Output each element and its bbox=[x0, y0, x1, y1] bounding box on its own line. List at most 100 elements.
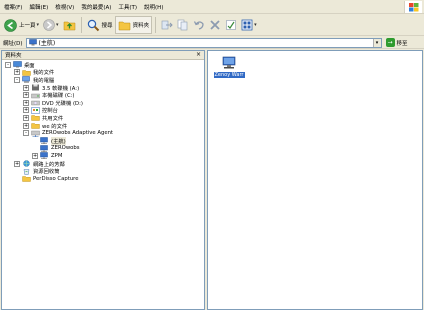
views-dropdown-icon[interactable]: ▾ bbox=[254, 22, 257, 28]
windows-logo-icon bbox=[404, 1, 422, 13]
back-dropdown-icon[interactable]: ▾ bbox=[37, 22, 40, 28]
network-drive-icon bbox=[31, 130, 40, 137]
tree-item[interactable]: 資源回收筒 bbox=[2, 167, 204, 175]
network-computer-icon bbox=[40, 145, 48, 152]
folder-icon bbox=[22, 70, 31, 76]
folder-icon bbox=[31, 123, 40, 129]
folder-tree: - 桌面 + 我的文件 - 我的電腦 +3.5 軟碟機 (A:) + 本機磁碟 (C:) + DVD… bbox=[2, 60, 204, 183]
menu-view[interactable]: 檢視(V) bbox=[55, 3, 74, 11]
menu-edit[interactable]: 編輯(E) bbox=[29, 3, 48, 11]
menu-tools[interactable]: 工具(T) bbox=[118, 3, 137, 11]
tree-item-label: ZPM bbox=[51, 152, 63, 159]
go-button[interactable]: → 移至 bbox=[385, 38, 408, 47]
collapse-icon[interactable]: - bbox=[23, 130, 29, 137]
go-arrow-icon: → bbox=[385, 38, 395, 47]
recycle-bin-icon bbox=[23, 168, 30, 175]
network-computer-icon bbox=[28, 39, 37, 46]
search-button[interactable]: 搜尋 bbox=[85, 16, 115, 34]
copy-to-button[interactable] bbox=[175, 16, 191, 34]
expand-icon[interactable]: + bbox=[23, 92, 29, 99]
content-pane: Zenoy Warr bbox=[207, 50, 423, 310]
tree-item[interactable]: + 共用文件 bbox=[2, 114, 204, 122]
tree-item[interactable]: + 本機磁碟 (C:) bbox=[2, 91, 204, 99]
tree-item[interactable]: - ZEROwobs Adaptive Agent bbox=[2, 129, 204, 137]
expand-icon[interactable]: + bbox=[23, 122, 29, 129]
tree-item[interactable]: ZEROwobs bbox=[2, 145, 204, 153]
tree-item-label: 資源回收筒 bbox=[33, 169, 60, 176]
address-bar: 網址(D) (主航) ▾ → 移至 bbox=[0, 37, 424, 49]
properties-button[interactable] bbox=[223, 16, 239, 34]
floppy-icon bbox=[32, 84, 39, 91]
back-label: 上一頁 bbox=[19, 23, 36, 29]
delete-button[interactable] bbox=[207, 16, 223, 34]
folder-icon bbox=[22, 176, 31, 182]
go-label: 移至 bbox=[396, 40, 408, 47]
expand-icon[interactable]: + bbox=[14, 69, 20, 76]
expand-icon[interactable]: + bbox=[23, 99, 29, 106]
folder-pane-title: 資料夾 bbox=[5, 53, 22, 59]
move-to-button[interactable] bbox=[159, 16, 175, 34]
menu-file[interactable]: 檔案(F) bbox=[4, 3, 22, 11]
address-dropdown-icon[interactable]: ▾ bbox=[372, 38, 381, 47]
views-icon bbox=[241, 19, 253, 31]
address-value: (主航) bbox=[38, 40, 56, 47]
expand-icon[interactable]: + bbox=[32, 152, 38, 159]
tree-item[interactable]: + DVD 光碟機 (D:) bbox=[2, 99, 204, 107]
expand-icon[interactable]: + bbox=[23, 107, 29, 114]
collapse-icon[interactable]: - bbox=[14, 76, 20, 83]
forward-arrow-icon bbox=[43, 19, 55, 31]
menu-help[interactable]: 說明(H) bbox=[144, 3, 163, 11]
folder-pane: 資料夾 × - 桌面 + 我的文件 - 我的電腦 +3.5 軟碟機 (A:) + 本機磁碟 (C… bbox=[1, 50, 205, 310]
network-computer-icon bbox=[40, 152, 48, 160]
tree-item[interactable]: - 我的電腦 bbox=[2, 76, 204, 84]
copy-to-icon bbox=[177, 19, 188, 31]
expand-icon[interactable]: + bbox=[14, 160, 20, 167]
computer-icon bbox=[22, 76, 30, 84]
toolbar-separator bbox=[155, 17, 157, 33]
up-folder-icon bbox=[63, 21, 75, 31]
tree-item[interactable]: + 控制台 bbox=[2, 107, 204, 114]
folder-pane-header: 資料夾 × bbox=[2, 51, 204, 60]
folders-button[interactable]: 資料夾 bbox=[114, 16, 153, 34]
delete-icon bbox=[210, 20, 220, 30]
back-arrow-icon bbox=[4, 18, 17, 32]
up-folder-button[interactable] bbox=[61, 16, 78, 34]
harddisk-icon bbox=[31, 93, 40, 98]
undo-button[interactable] bbox=[191, 16, 207, 34]
undo-icon bbox=[193, 21, 204, 30]
tree-item[interactable]: + we 的文件 bbox=[2, 122, 204, 130]
toolbar-separator bbox=[80, 17, 82, 33]
address-label: 網址(D) bbox=[3, 40, 23, 47]
search-label: 搜尋 bbox=[101, 23, 113, 29]
move-to-icon bbox=[161, 20, 173, 30]
close-icon[interactable]: × bbox=[196, 52, 201, 58]
tree-item-label: ZEROwobs bbox=[51, 145, 80, 152]
dvd-icon bbox=[31, 101, 40, 106]
tree-item[interactable]: (主航) bbox=[2, 136, 204, 145]
views-button[interactable]: ▾ bbox=[239, 16, 259, 34]
tree-item-label: we 的文件 bbox=[42, 123, 68, 130]
forward-button[interactable]: ▾ bbox=[41, 16, 61, 34]
collapse-icon[interactable]: - bbox=[5, 61, 11, 68]
tree-item[interactable]: +3.5 軟碟機 (A:) bbox=[2, 84, 204, 92]
back-button[interactable]: 上一頁 ▾ bbox=[2, 16, 41, 34]
tree-item-label: PerDisso Capture bbox=[33, 175, 79, 182]
expand-icon[interactable]: + bbox=[23, 114, 29, 121]
file-label: Zenoy Warr bbox=[213, 72, 245, 78]
folders-label: 資料夾 bbox=[132, 23, 150, 29]
tree-item-label: ZEROwobs Adaptive Agent bbox=[42, 130, 114, 137]
desktop-icon bbox=[13, 61, 22, 68]
address-input[interactable]: (主航) ▾ bbox=[25, 37, 382, 48]
network-share-icon bbox=[222, 56, 236, 69]
file-item[interactable]: Zenoy Warr bbox=[213, 56, 245, 78]
properties-icon bbox=[226, 20, 236, 30]
expand-icon[interactable]: + bbox=[23, 84, 29, 91]
tree-item-label: (主航) bbox=[51, 136, 66, 145]
tree-item[interactable]: PerDisso Capture bbox=[2, 175, 204, 183]
menu-favorites[interactable]: 我的最愛(A) bbox=[81, 3, 111, 11]
forward-dropdown-icon[interactable]: ▾ bbox=[56, 22, 59, 28]
